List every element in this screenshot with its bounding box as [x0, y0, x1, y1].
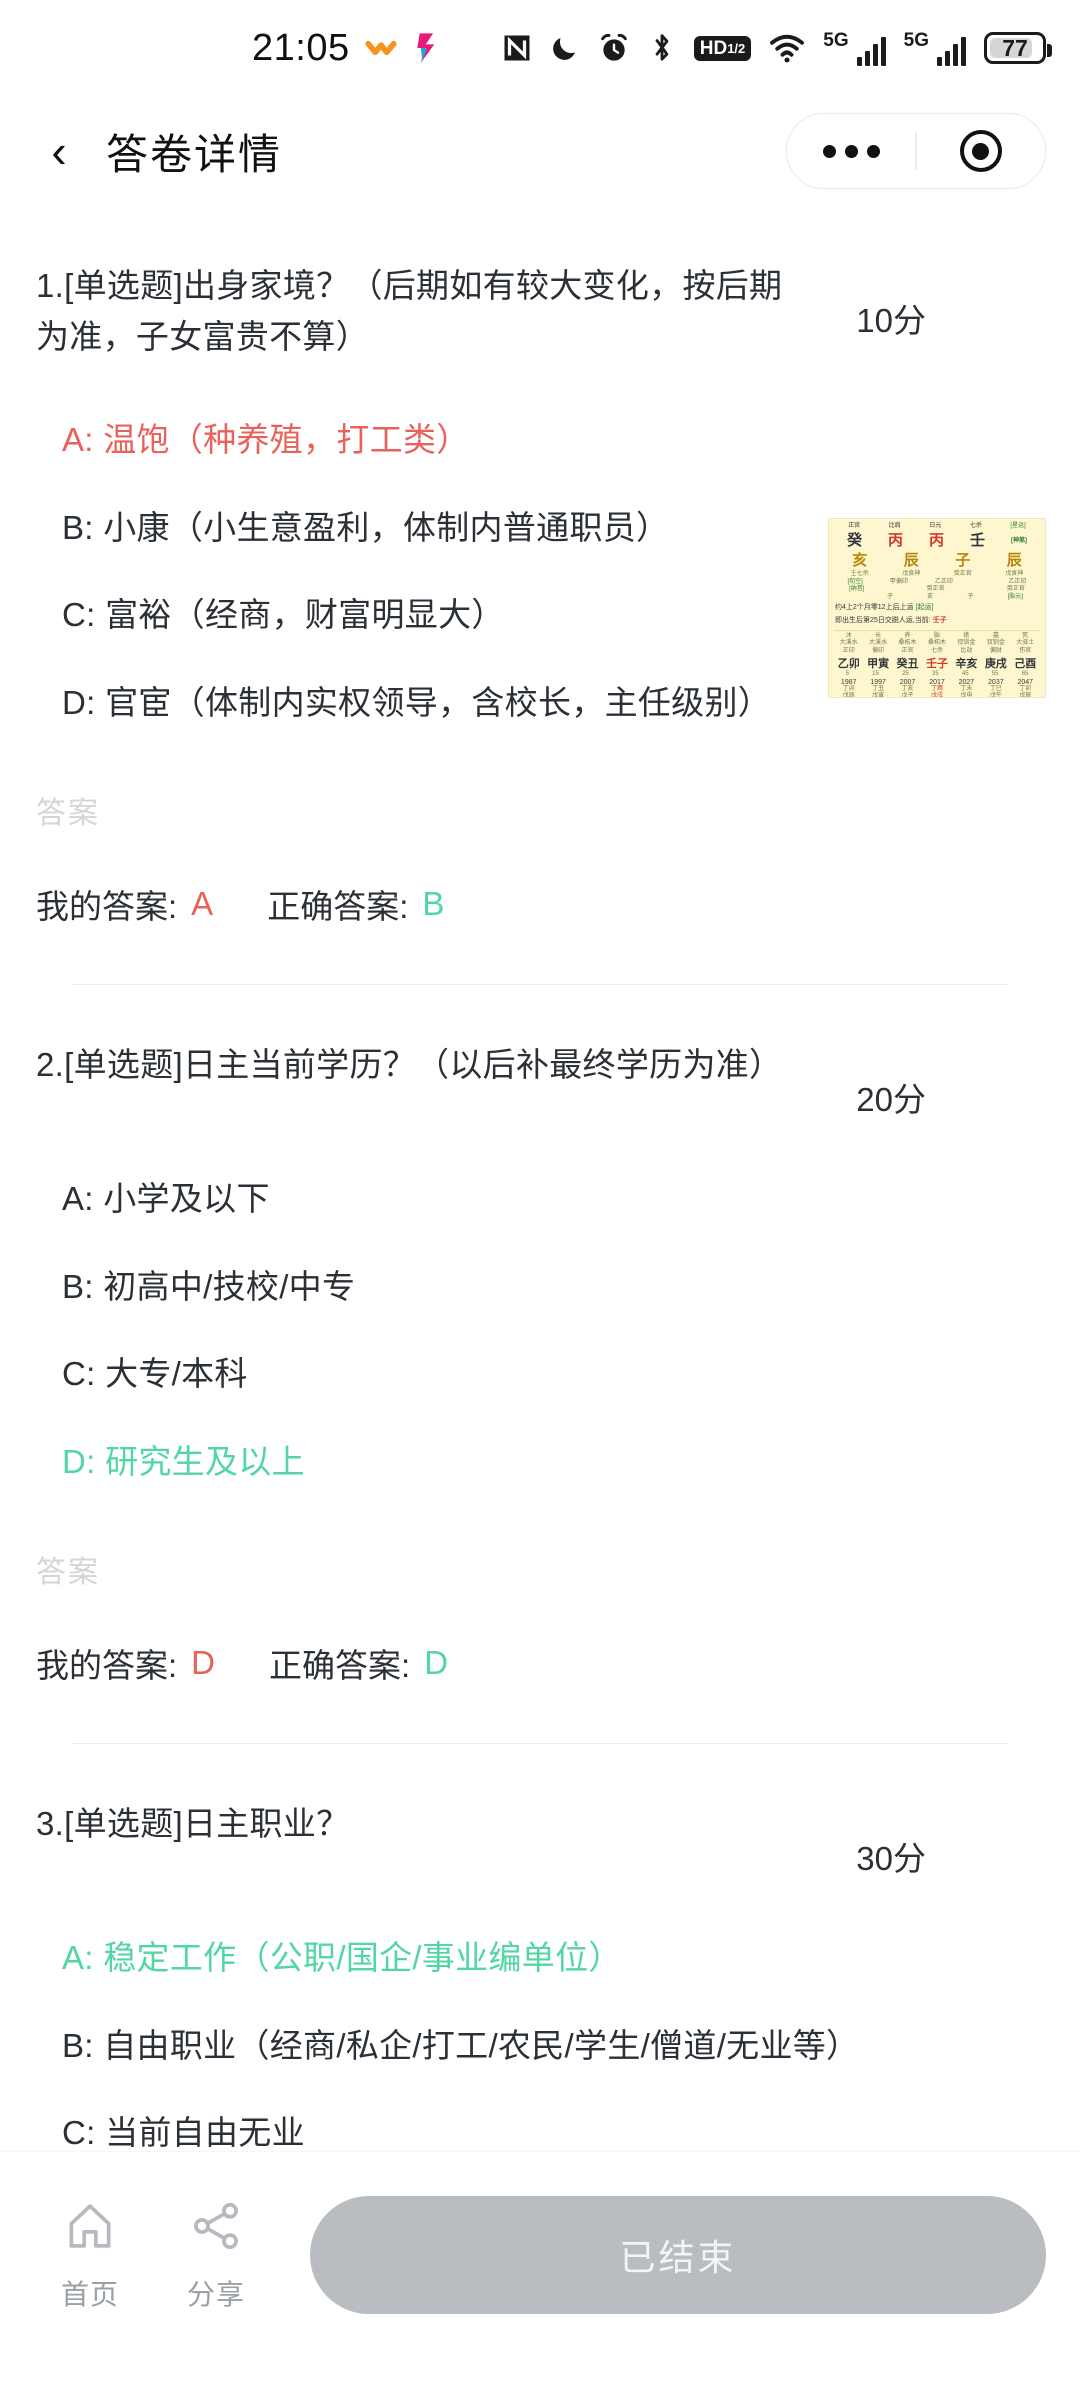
option-a[interactable]: A: 温饱（种养殖，打工类）: [36, 396, 1044, 484]
status-time: 21:05: [252, 26, 350, 69]
correct-answer-value: B: [422, 885, 445, 923]
question-title: 2.[单选题]日主当前学历？（以后补最终学历为准）: [36, 1046, 783, 1084]
tab-home-label: 首页: [60, 2278, 119, 2310]
battery-icon: 77: [984, 32, 1052, 64]
wifi-icon: [769, 33, 805, 63]
option-b[interactable]: B: 初高中/技校/中专: [36, 1243, 1044, 1331]
question-card: 3.[单选题]日主职业？ 30分 A: 稳定工作（公职/国企/事业编单位） B:…: [0, 1744, 1080, 2152]
status-bar-right: HD 1/2 5G 5G 77: [502, 29, 1052, 66]
miniprogram-capsule: [786, 113, 1046, 189]
question-header: 2.[单选题]日主当前学历？（以后补最终学历为准） 20分: [36, 1039, 1044, 1121]
more-menu-button[interactable]: [787, 144, 915, 158]
app-screen: 21:05 HD 1/2 5G 5G 77 ‹ 答卷详情 1.[单选题]出身家境…: [0, 0, 1080, 2400]
answer-row: 我的答案: A 正确答案: B: [36, 880, 1044, 928]
status-bar: 21:05 HD 1/2 5G 5G 77: [0, 0, 1080, 96]
my-answer-value: D: [191, 1644, 216, 1682]
my-answer-value: A: [191, 885, 214, 923]
my-answer-label: 我的答案:: [36, 1647, 178, 1685]
correct-answer-label: 正确答案:: [269, 1647, 411, 1685]
question-score: 10分: [856, 302, 926, 339]
music-app-icon: [412, 31, 442, 65]
option-a[interactable]: A: 稳定工作（公职/国企/事业编单位）: [36, 1914, 1044, 2002]
option-d[interactable]: D: 研究生及以上: [36, 1418, 1044, 1506]
option-b[interactable]: B: 自由职业（经商/私企/打工/农民/学生/僧道/无业等）: [36, 2002, 1044, 2090]
finish-button: 已结束: [310, 2196, 1046, 2314]
correct-answer-value: D: [424, 1644, 449, 1682]
question-title: 3.[单选题]日主职业？: [36, 1805, 350, 1843]
answer-section-label: 答案: [36, 1556, 100, 1590]
hd-volte-icon: HD 1/2: [693, 35, 752, 61]
question-card: 2.[单选题]日主当前学历？（以后补最终学历为准） 20分 A: 小学及以下 B…: [0, 985, 1080, 1745]
question-header: 3.[单选题]日主职业？ 30分: [36, 1798, 1044, 1880]
correct-answer-label: 正确答案:: [267, 888, 409, 926]
bluetooth-icon: [648, 32, 676, 64]
network-type-2-label: 5G: [903, 29, 929, 51]
bazi-chart-thumbnail[interactable]: 正官 比肩 日元 七杀 [星运] 癸丙丙壬 [神煞] 亥辰子辰 壬七杀 戊食神 癸正官 戊食神 …: [828, 518, 1046, 698]
heart-orange-icon: [364, 31, 398, 65]
question-score: 20分: [856, 1081, 926, 1119]
tab-home[interactable]: 首页: [34, 2198, 146, 2313]
battery-level: 77: [1002, 34, 1028, 61]
option-c[interactable]: C: 大专/本科: [36, 1330, 1044, 1418]
back-button[interactable]: ‹: [34, 128, 84, 174]
option-list: A: 稳定工作（公职/国企/事业编单位） B: 自由职业（经商/私企/打工/农民…: [36, 1914, 1044, 2152]
alarm-clock-icon: [598, 32, 630, 64]
answer-section-label: 答案: [36, 797, 100, 831]
question-score: 30分: [856, 1840, 926, 1878]
option-a[interactable]: A: 小学及以下: [36, 1155, 1044, 1243]
do-not-disturb-moon-icon: [550, 33, 580, 63]
option-list: A: 小学及以下 B: 初高中/技校/中专 C: 大专/本科 D: 研究生及以上: [36, 1155, 1044, 1505]
target-circle-icon: [959, 130, 1002, 172]
option-c[interactable]: C: 当前自由无业: [36, 2089, 1044, 2152]
status-app-icons: [364, 31, 442, 65]
signal-bars-2: [937, 36, 966, 66]
network-type-1-label: 5G: [823, 29, 849, 51]
tab-share[interactable]: 分享: [160, 2198, 272, 2313]
signal-1: 5G: [823, 29, 886, 66]
question-card: 1.[单选题]出身家境？（后期如有较大变化，按后期为准，子女富贵不算） 10分 …: [0, 206, 1080, 986]
tab-share-label: 分享: [186, 2278, 245, 2310]
more-dots-icon: [822, 144, 880, 158]
question-header: 1.[单选题]出身家境？（后期如有较大变化，按后期为准，子女富贵不算） 10分: [36, 260, 1044, 362]
signal-bars-1: [856, 36, 886, 66]
page-title: 答卷详情: [106, 130, 283, 178]
signal-2: 5G: [904, 31, 966, 66]
question-list[interactable]: 1.[单选题]出身家境？（后期如有较大变化，按后期为准，子女富贵不算） 10分 …: [0, 206, 1080, 2152]
home-icon: [62, 2198, 118, 2259]
nfc-icon: [502, 33, 532, 63]
answer-row: 我的答案: D 正确答案: D: [36, 1639, 1044, 1687]
my-answer-label: 我的答案:: [36, 888, 178, 926]
share-icon: [188, 2198, 244, 2259]
bottom-bar: 首页 分享 已结束: [0, 2152, 1080, 2400]
nav-header: ‹ 答卷详情: [0, 96, 1080, 206]
close-miniprogram-button[interactable]: [917, 130, 1045, 172]
status-bar-left: 21:05: [252, 27, 442, 70]
question-title: 1.[单选题]出身家境？（后期如有较大变化，按后期为准，子女富贵不算）: [36, 267, 783, 356]
